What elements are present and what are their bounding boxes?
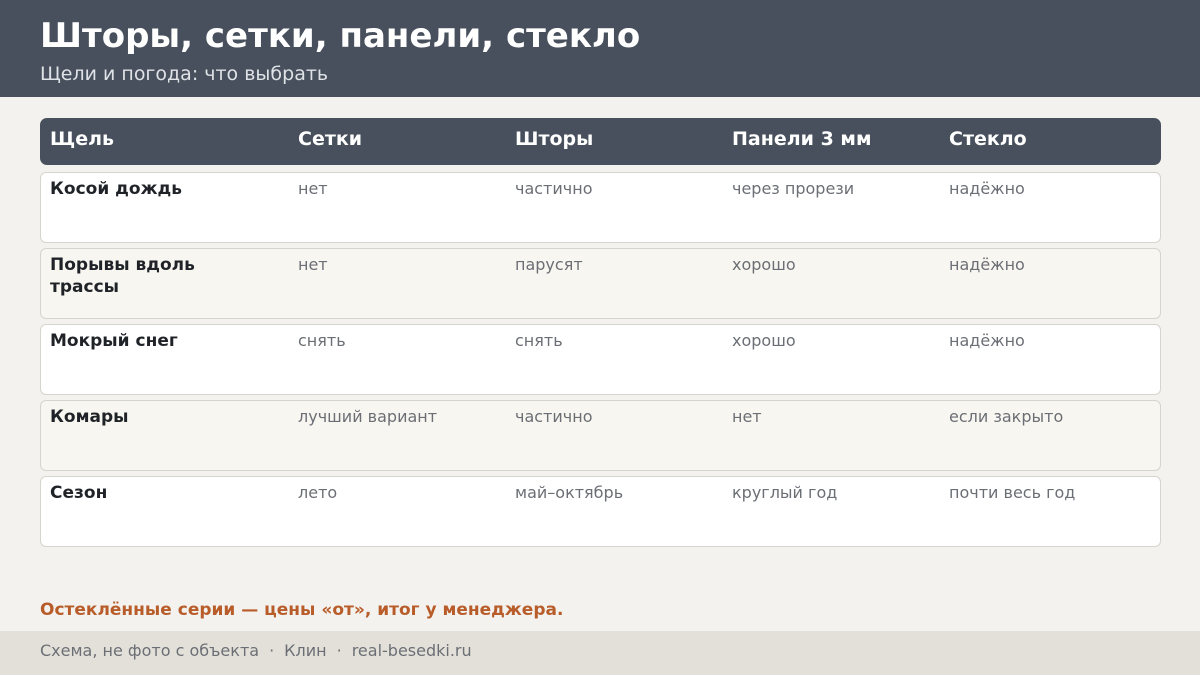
footer-text: Схема, не фото с объекта · Клин · real-besed…	[40, 641, 472, 660]
table-row: Мокрый снег снять снять хорошо надёжно	[40, 324, 1161, 395]
table-cell: надёжно	[949, 255, 1025, 274]
footer-city: Клин	[284, 641, 327, 660]
table-cell: надёжно	[949, 331, 1025, 350]
row-label: Порывы вдоль трассы	[50, 255, 195, 297]
column-header-gap: Щель	[50, 128, 115, 150]
table-cell: частично	[515, 179, 593, 198]
footer-separator: ·	[269, 641, 275, 660]
column-header-nets: Сетки	[298, 128, 363, 150]
table-cell: если закрыто	[949, 407, 1064, 426]
footer-disclaimer: Схема, не фото с объекта	[40, 641, 260, 660]
page-title: Шторы, сетки, панели, стекло	[40, 16, 641, 56]
table-cell: надёжно	[949, 179, 1025, 198]
table-cell: почти весь год	[949, 483, 1076, 502]
table-cell: парусят	[515, 255, 583, 274]
table-row: Косой дождь нет частично через прорези н…	[40, 172, 1161, 243]
row-label: Косой дождь	[50, 179, 182, 199]
page-subtitle: Щели и погода: что выбрать	[40, 63, 329, 85]
table-row: Сезон лето май–октябрь круглый год почти…	[40, 476, 1161, 547]
table-cell: хорошо	[732, 331, 796, 350]
table-cell: круглый год	[732, 483, 838, 502]
price-note: Остеклённые серии — цены «от», итог у ме…	[40, 600, 564, 620]
table-header: Щель Сетки Шторы Панели 3 мм Стекло	[40, 118, 1161, 165]
table-cell: лучший вариант	[298, 407, 438, 426]
column-header-panels: Панели 3 мм	[732, 128, 872, 150]
column-header-glass: Стекло	[949, 128, 1027, 150]
table-cell: снять	[298, 331, 346, 350]
table-cell: снять	[515, 331, 563, 350]
table-cell: хорошо	[732, 255, 796, 274]
table-cell: лето	[298, 483, 338, 502]
footer-bar: Схема, не фото с объекта · Клин · real-besed…	[0, 631, 1200, 675]
table-cell: нет	[298, 255, 328, 274]
table-cell: май–октябрь	[515, 483, 624, 502]
row-label: Комары	[50, 407, 129, 427]
row-label: Сезон	[50, 483, 108, 503]
table-cell: нет	[298, 179, 328, 198]
table-cell: частично	[515, 407, 593, 426]
table-row: Комары лучший вариант частично нет если …	[40, 400, 1161, 471]
footer-separator: ·	[336, 641, 342, 660]
table-cell: через прорези	[732, 179, 855, 198]
table-cell: нет	[732, 407, 762, 426]
footer-site-link[interactable]: real-besedki.ru	[352, 641, 472, 660]
row-label: Мокрый снег	[50, 331, 178, 351]
table-row: Порывы вдоль трассы нет парусят хорошо н…	[40, 248, 1161, 319]
column-header-curtains: Шторы	[515, 128, 594, 150]
header-banner: Шторы, сетки, панели, стекло Щели и пого…	[0, 0, 1200, 97]
